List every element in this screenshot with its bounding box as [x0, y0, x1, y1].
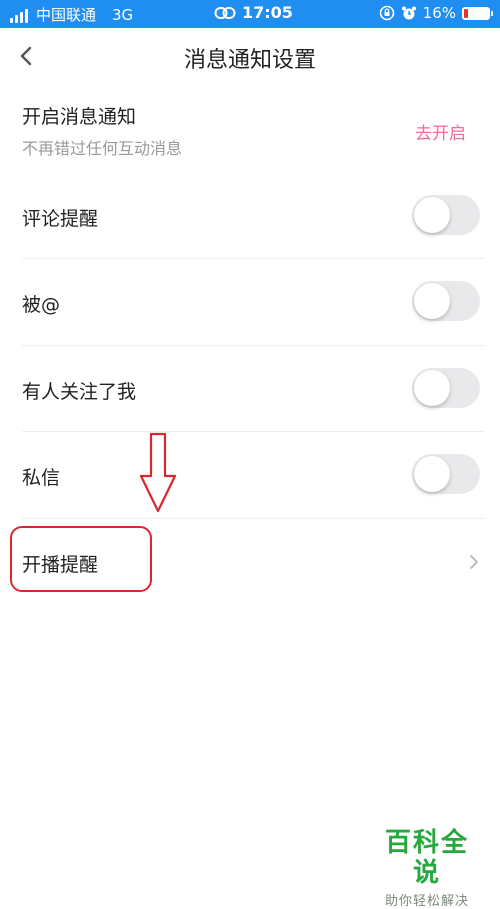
setting-row-private-message: 私信	[22, 432, 484, 519]
page-title: 消息通知设置	[183, 48, 316, 73]
watermark: 百科全说 助你轻松解决	[372, 828, 482, 909]
toggle-knob	[414, 197, 450, 233]
down-arrow-outline-icon	[139, 432, 177, 513]
rotation-lock-icon	[379, 5, 394, 21]
setting-label: 被@	[22, 294, 61, 316]
mention-toggle[interactable]	[412, 281, 480, 321]
private-message-toggle[interactable]	[412, 454, 480, 494]
new-follower-toggle[interactable]	[412, 368, 480, 408]
battery-fill	[464, 8, 468, 18]
toggle-knob	[414, 456, 450, 492]
setting-row-follow: 有人关注了我	[22, 346, 484, 432]
chevron-right-icon	[470, 555, 478, 569]
setting-label: 评论提醒	[22, 208, 99, 230]
status-bar: 中国联通 3G 17:05 16%	[0, 0, 500, 28]
comment-reminder-toggle[interactable]	[412, 195, 480, 235]
notification-master-title: 开启消息通知	[22, 106, 137, 128]
status-center: 17:05	[214, 3, 293, 22]
link-icon	[214, 6, 236, 19]
notification-master-subtitle: 不再错过任何互动消息	[22, 139, 183, 158]
setting-label: 有人关注了我	[22, 381, 137, 403]
toggle-knob	[414, 370, 450, 406]
watermark-tagline: 助你轻松解决	[384, 894, 469, 909]
carrier-name: 中国联通	[36, 6, 97, 24]
enable-notifications-link[interactable]: 去开启	[415, 119, 466, 144]
battery-percent: 16%	[422, 4, 456, 22]
nav-bar: 消息通知设置	[0, 28, 500, 84]
toggle-knob	[414, 283, 450, 319]
setting-row-comment: 评论提醒	[22, 172, 484, 259]
watermark-brand: 百科全说	[384, 828, 469, 888]
status-left: 中国联通 3G	[10, 4, 133, 25]
setting-label: 私信	[22, 467, 61, 489]
highlight-box	[10, 526, 152, 592]
battery-icon	[462, 6, 493, 20]
network-type: 3G	[112, 5, 134, 24]
alarm-clock-icon	[401, 6, 416, 20]
status-right: 16%	[379, 4, 493, 22]
signal-icon	[10, 7, 28, 23]
clock: 17:05	[242, 3, 293, 22]
setting-row-mention: 被@	[22, 259, 484, 346]
notification-master-row: 开启消息通知 不再错过任何互动消息 去开启	[22, 84, 484, 172]
